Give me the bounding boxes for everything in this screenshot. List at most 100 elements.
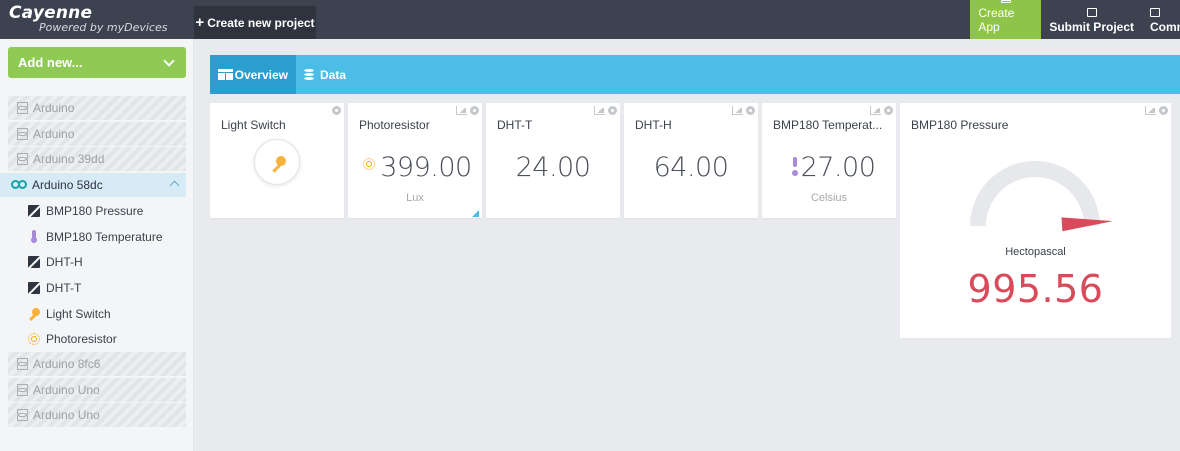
sensor-item-bmp180-temperature[interactable]: BMP180 Temperature — [8, 224, 186, 250]
sensor-label: DHT-T — [46, 280, 82, 295]
brand-subtitle: Powered by myDevices — [39, 21, 168, 34]
hourglass-icon — [17, 102, 28, 114]
light-switch-toggle[interactable] — [254, 139, 300, 185]
widget-title: DHT-H — [635, 118, 672, 132]
widget-title: Light Switch — [221, 118, 286, 132]
gear-icon[interactable] — [608, 106, 617, 115]
bulb-icon — [28, 307, 40, 320]
tab-data[interactable]: Data — [296, 55, 354, 94]
hourglass-icon — [17, 409, 28, 422]
device-item[interactable]: Arduino — [8, 96, 186, 120]
sidebar: Add new... Arduino Arduino Arduino 39dd … — [0, 39, 194, 451]
device-item[interactable]: Arduino Uno — [8, 403, 186, 428]
widget-tools — [456, 106, 479, 115]
device-label: Arduino 39dd — [33, 152, 105, 167]
widget-tools — [732, 106, 755, 115]
device-label: Arduino 58dc — [32, 177, 103, 192]
gauge-unit-label: Hectopascal — [1005, 246, 1066, 258]
device-item[interactable]: Arduino Uno — [8, 377, 186, 402]
gear-icon[interactable] — [884, 106, 893, 115]
widget-value: 27.00 — [800, 152, 876, 183]
chart-icon — [28, 281, 40, 294]
create-project-button[interactable]: + Create new project — [194, 6, 316, 39]
submit-project-button[interactable]: Submit Project — [1041, 0, 1142, 39]
chat-icon — [1150, 8, 1160, 17]
widget-value: 24.00 — [515, 152, 591, 183]
app-icon — [1000, 0, 1011, 3]
grid-icon — [218, 69, 233, 80]
sun-icon — [28, 333, 40, 346]
submit-project-label: Submit Project — [1049, 20, 1134, 34]
sensor-label: Light Switch — [46, 306, 111, 321]
sensor-item-dht-h[interactable]: DHT-H — [8, 250, 186, 276]
create-app-label: Create App — [978, 6, 1015, 34]
sensor-label: BMP180 Pressure — [46, 204, 144, 219]
widget-tools — [594, 106, 617, 115]
device-label: Arduino 8fc6 — [33, 356, 101, 371]
gauge-value: 995.56 — [967, 267, 1104, 311]
chart-icon — [28, 205, 40, 218]
widget-tools — [332, 106, 341, 115]
thermometer-icon — [31, 230, 37, 244]
device-label: Arduino — [33, 101, 75, 115]
hourglass-icon — [17, 153, 28, 166]
chart-icon — [28, 256, 40, 269]
chart-icon[interactable] — [732, 106, 743, 115]
gear-icon[interactable] — [332, 106, 341, 115]
device-item-active[interactable]: Arduino 58dc — [0, 172, 186, 197]
tab-data-label: Data — [320, 67, 347, 82]
device-label: Arduino — [33, 126, 75, 141]
widget-photoresistor: Photoresistor 399.00 Lux — [348, 103, 482, 218]
database-icon — [304, 68, 314, 81]
device-label: Arduino Uno — [33, 408, 100, 423]
device-item[interactable]: Arduino 39dd — [8, 147, 186, 172]
sensor-item-bmp180-pressure[interactable]: BMP180 Pressure — [8, 198, 186, 224]
widget-light-switch: Light Switch — [210, 103, 344, 218]
resize-handle-icon[interactable] — [472, 210, 479, 217]
chevron-down-icon — [163, 54, 175, 67]
widget-dht-h: DHT-H 64.00 — [624, 103, 758, 218]
widget-title: DHT-T — [497, 118, 533, 132]
sensor-item-dht-t[interactable]: DHT-T — [8, 275, 186, 301]
sensor-label: Photoresistor — [46, 332, 117, 347]
chart-icon[interactable] — [870, 106, 881, 115]
widget-dht-t: DHT-T 24.00 — [486, 103, 620, 218]
tab-overview-label: Overview — [234, 67, 288, 82]
tab-overview[interactable]: Overview — [210, 55, 296, 94]
widget-bmp180-temperature: BMP180 Temperat... 27.00 Celsius — [762, 103, 896, 218]
top-actions: Create App Submit Project Commu — [970, 0, 1180, 39]
create-app-button[interactable]: Create App — [970, 0, 1042, 39]
widget-unit: Celsius — [810, 192, 848, 204]
pressure-gauge — [970, 161, 1113, 232]
gear-icon[interactable] — [470, 106, 479, 115]
gauge-needle — [1061, 217, 1113, 232]
create-project-label: Create new project — [207, 15, 315, 30]
chart-icon[interactable] — [456, 106, 467, 115]
chevron-up-icon[interactable] — [169, 180, 180, 191]
sensor-label: BMP180 Temperature — [46, 229, 163, 244]
widget-value: 399.00 — [380, 152, 472, 183]
add-new-button[interactable]: Add new... — [8, 47, 186, 78]
hourglass-icon — [17, 383, 28, 396]
tabs-bar: Overview Data — [210, 55, 1180, 94]
sensor-item-photoresistor[interactable]: Photoresistor — [8, 326, 186, 352]
community-button[interactable]: Commu — [1142, 0, 1180, 39]
device-item[interactable]: Arduino 8fc6 — [8, 351, 186, 376]
widget-bmp180-pressure: BMP180 Pressure Hectopascal 995.56 — [900, 103, 1171, 338]
add-new-label: Add new... — [18, 55, 83, 70]
gauge-track — [970, 161, 1100, 227]
gear-icon[interactable] — [746, 106, 755, 115]
top-bar: Cayenne Powered by myDevices + Create ne… — [0, 0, 1180, 39]
plus-icon: + — [195, 13, 205, 31]
sensor-item-light-switch[interactable]: Light Switch — [8, 301, 186, 327]
chart-icon[interactable] — [594, 106, 605, 115]
device-item[interactable]: Arduino — [8, 121, 186, 146]
link-icon — [11, 180, 28, 190]
hourglass-icon — [17, 357, 28, 370]
widget-value: 64.00 — [653, 152, 729, 183]
brand-logo[interactable]: Cayenne Powered by myDevices — [0, 0, 194, 39]
share-icon — [1086, 8, 1097, 17]
widget-tools — [870, 106, 893, 115]
device-label: Arduino Uno — [33, 382, 100, 397]
bulb-icon — [271, 156, 286, 171]
